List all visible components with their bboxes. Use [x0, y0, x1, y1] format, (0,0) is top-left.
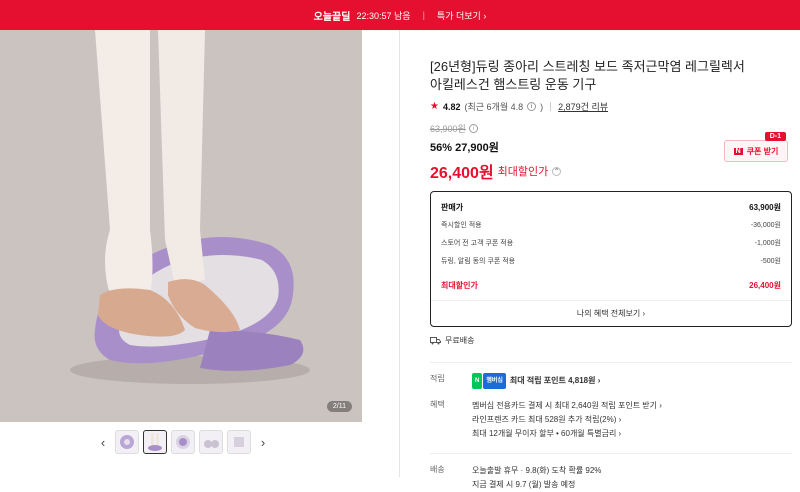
- product-photo: [0, 30, 362, 422]
- benefit-key: 혜택: [430, 400, 445, 409]
- truck-icon: [430, 337, 441, 345]
- divider: |: [422, 10, 425, 20]
- info-icon[interactable]: i: [468, 124, 478, 133]
- thumbnail-2[interactable]: [143, 430, 167, 454]
- benefit-list: 멤버십 전용카드 결제 시 최대 2,640원 적립 포인트 받기 › 라인프렌…: [472, 399, 792, 441]
- benefit-item[interactable]: 최대 12개월 무이자 할부 • 60개월 특별금리 ›: [472, 427, 792, 441]
- naver-pay-icon: N: [472, 373, 483, 389]
- delivery-section: 배송 오늘출발 휴무 · 9.8(화) 도착 확률 92% 지금 결제 시 9.…: [430, 464, 792, 492]
- prev-image-icon[interactable]: ‹: [95, 435, 111, 450]
- thumbnail-image: [148, 433, 162, 451]
- discount-price: 27,900원: [455, 142, 499, 154]
- total-value: 26,400원: [749, 280, 781, 290]
- thumbnail-3[interactable]: [171, 430, 195, 454]
- thumbnail-strip: ‹ ›: [95, 430, 271, 454]
- delivery-line: 지금 결제 시 9.7 (월) 발송 예정: [472, 480, 576, 489]
- divider: [430, 362, 792, 363]
- thumbnail-5[interactable]: [227, 430, 251, 454]
- deal-label: 오늘끝딜: [313, 11, 351, 23]
- breakdown-total: 최대할인가 26,400원: [441, 276, 781, 294]
- breakdown-row: 듀링, 알림 동의 쿠폰 적용 -500원: [441, 252, 781, 270]
- breakdown-row: 스토어 전 고객 쿠폰 적용 -1,000원: [441, 234, 781, 252]
- coupon-label: 쿠폰 받기: [746, 146, 779, 156]
- benefit-item[interactable]: 멤버십 전용카드 결제 시 최대 2,640원 적립 포인트 받기 ›: [472, 399, 792, 413]
- product-info: [26년형]듀링 종아리 스트레칭 보드 족저근막염 레그릴렉서 아킬레스건 햄…: [430, 30, 792, 492]
- thumbnail-4[interactable]: [199, 430, 223, 454]
- product-title: [26년형]듀링 종아리 스트레칭 보드 족저근막염 레그릴렉서 아킬레스건 햄…: [430, 58, 792, 94]
- delivery-info: 오늘출발 휴무 · 9.8(화) 도착 확률 92% 지금 결제 시 9.7 (…: [472, 464, 792, 492]
- rating-score: 4.82: [442, 101, 461, 112]
- rating-row: ★ 4.82 (최근 6개월 4.8 i) 2,879건 리뷰: [430, 100, 609, 113]
- top-deal-banner[interactable]: 오늘끝딜 22:30:57 남음 | 특가 더보기 ›: [0, 0, 800, 30]
- naver-icon: N: [733, 147, 743, 155]
- coupon-button[interactable]: N 쿠폰 받기: [724, 140, 788, 162]
- free-shipping: 무료배송: [430, 335, 792, 346]
- info-icon[interactable]: i: [527, 102, 537, 111]
- price-breakdown: 판매가 63,900원 즉시할인 적용 -36,000원 스토어 전 고객 쿠폰…: [430, 191, 792, 327]
- star-icon: ★: [430, 101, 439, 112]
- membership-badge: 멤버십: [483, 373, 506, 389]
- chevron-up-icon[interactable]: ⌃: [552, 166, 562, 176]
- product-title-line1: [26년형]듀링 종아리 스트레칭 보드 족저근막염 레그릴렉서: [430, 59, 745, 74]
- final-price: 26,400원: [430, 165, 494, 182]
- thumbnail-image: [120, 435, 134, 449]
- reviews-link[interactable]: 2,879건 리뷰: [558, 100, 608, 113]
- delivery-line: 오늘출발 휴무 · 9.8(화) 도착 확률 92%: [472, 466, 602, 475]
- image-pager: 2/11: [326, 401, 352, 412]
- dday-badge: D-1: [764, 132, 786, 141]
- row-label: 듀링, 알림 동의 쿠폰 적용: [441, 258, 516, 265]
- more-deals-link[interactable]: 특가 더보기 ›: [437, 9, 486, 22]
- row-value: -500원: [760, 258, 781, 265]
- discount-percent: 56%: [430, 142, 453, 154]
- final-price-label: 최대할인가: [497, 166, 549, 178]
- benefit-item[interactable]: 라인프렌즈 카드 최대 528원 추가 적립(2%) ›: [472, 413, 792, 427]
- points-section: 적립 N 멤버십 최대 적립 포인트 4,818원 ›: [430, 373, 792, 389]
- delivery-key: 배송: [430, 465, 445, 474]
- deal-timer: 22:30:57 남음: [356, 10, 411, 21]
- points-link[interactable]: N 멤버십 최대 적립 포인트 4,818원 ›: [472, 373, 792, 389]
- original-price: 63,900원: [430, 124, 466, 134]
- thumbnail-1[interactable]: [115, 430, 139, 454]
- thumbnail-image: [234, 437, 244, 447]
- breakdown-row: 즉시할인 적용 -36,000원: [441, 216, 781, 234]
- points-text: 최대 적립 포인트 4,818원 ›: [509, 376, 601, 385]
- divider: [550, 102, 552, 111]
- next-image-icon[interactable]: ›: [255, 435, 271, 450]
- original-price-row: 63,900원 i: [430, 122, 792, 135]
- breakdown-row: 판매가 63,900원: [441, 198, 781, 216]
- row-label: 판매가: [441, 202, 464, 212]
- row-label: 즉시할인 적용: [441, 222, 482, 229]
- row-label: 스토어 전 고객 쿠폰 적용: [441, 240, 514, 247]
- all-benefits-link[interactable]: 나의 혜택 전체보기 ›: [431, 300, 791, 326]
- total-label: 최대할인가: [441, 280, 478, 290]
- thumbnail-image: [204, 440, 219, 448]
- product-main-image[interactable]: 2/11: [0, 30, 362, 422]
- thumbnail-image: [176, 435, 190, 449]
- rating-recent: (최근 6개월 4.8: [464, 102, 524, 112]
- row-value: -1,000원: [754, 240, 781, 247]
- free-shipping-label: 무료배송: [445, 336, 475, 345]
- final-price-row[interactable]: 26,400원 최대할인가 ⌃: [430, 159, 792, 183]
- row-value: -36,000원: [750, 222, 781, 229]
- divider: [430, 453, 792, 454]
- row-value: 63,900원: [749, 202, 781, 212]
- benefit-section: 혜택 멤버십 전용카드 결제 시 최대 2,640원 적립 포인트 받기 › 라…: [430, 399, 792, 441]
- points-key: 적립: [430, 374, 445, 383]
- product-title-line2: 아킬레스건 햄스트링 운동 기구: [430, 77, 597, 92]
- coupon-area: D-1 N 쿠폰 받기: [724, 132, 788, 162]
